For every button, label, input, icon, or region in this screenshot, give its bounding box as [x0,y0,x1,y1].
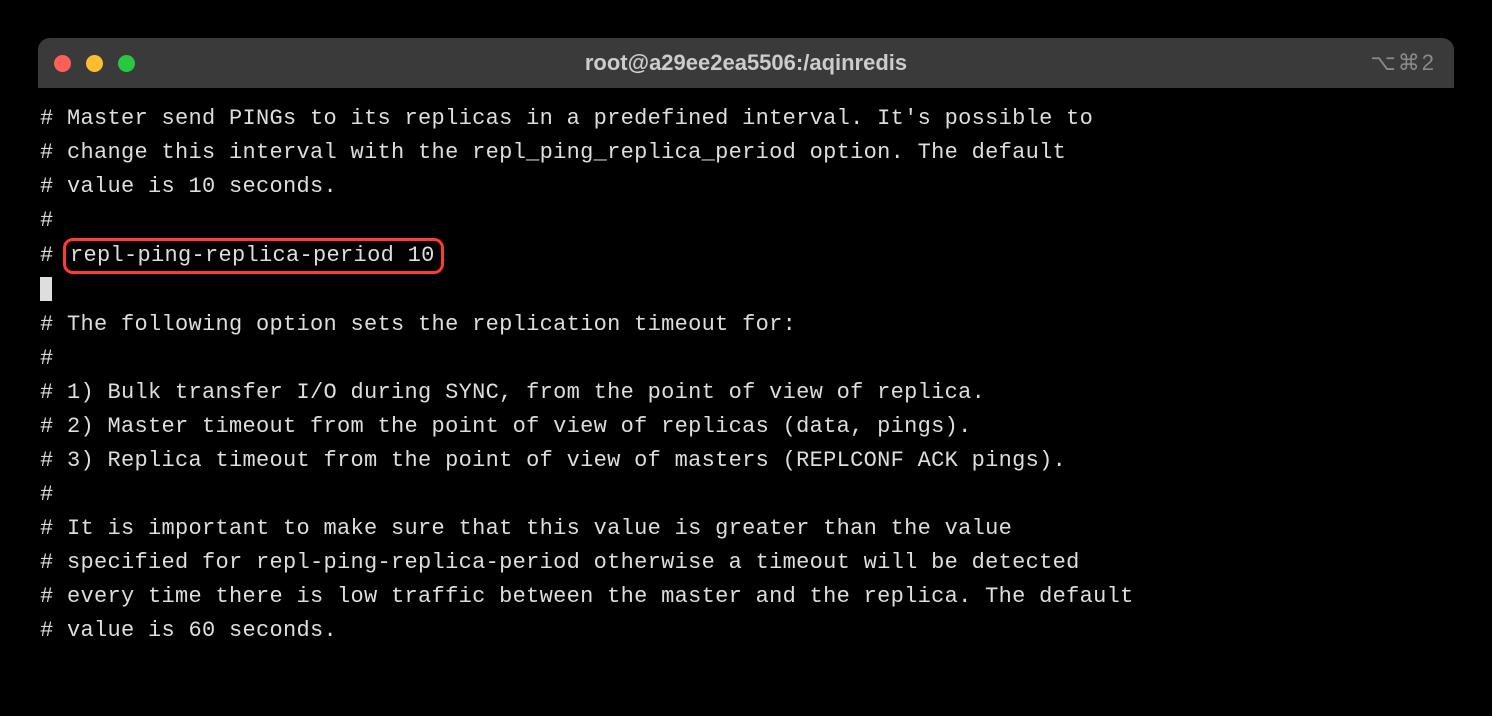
terminal-line: # repl-ping-replica-period 10 [40,238,1452,274]
traffic-lights [54,55,135,72]
terminal-line: # value is 10 seconds. [40,170,1452,204]
close-icon[interactable] [54,55,71,72]
highlight-annotation: repl-ping-replica-period 10 [63,238,444,274]
terminal-line: # [40,478,1452,512]
terminal-line: # 3) Replica timeout from the point of v… [40,444,1452,478]
terminal-line: # value is 60 seconds. [40,614,1452,648]
terminal-line: # specified for repl-ping-replica-period… [40,546,1452,580]
window-title: root@a29ee2ea5506:/aqinredis [585,50,907,76]
minimize-icon[interactable] [86,55,103,72]
terminal-line: # every time there is low traffic betwee… [40,580,1452,614]
terminal-line: # 1) Bulk transfer I/O during SYNC, from… [40,376,1452,410]
cursor-icon [40,277,52,301]
terminal-window: root@a29ee2ea5506:/aqinredis ⌥⌘2 # Maste… [38,38,1454,668]
terminal-content[interactable]: # Master send PINGs to its replicas in a… [38,88,1454,668]
terminal-line: # Master send PINGs to its replicas in a… [40,102,1452,136]
terminal-line: # [40,342,1452,376]
terminal-line [40,274,1452,308]
terminal-line: # change this interval with the repl_pin… [40,136,1452,170]
terminal-line: # 2) Master timeout from the point of vi… [40,410,1452,444]
titlebar: root@a29ee2ea5506:/aqinredis ⌥⌘2 [38,38,1454,88]
shortcut-label: ⌥⌘2 [1370,50,1436,76]
terminal-line: # It is important to make sure that this… [40,512,1452,546]
maximize-icon[interactable] [118,55,135,72]
terminal-line: # [40,204,1452,238]
terminal-line: # The following option sets the replicat… [40,308,1452,342]
